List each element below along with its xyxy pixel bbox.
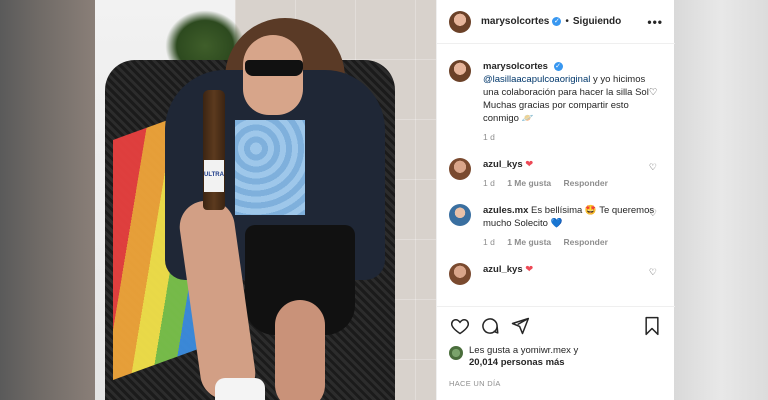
list-item: azules.mx Es bellísima 🤩 Te queremos muc… [449, 204, 663, 249]
photo-top [235, 120, 305, 215]
post-panel: marysolcortes ✓ • Siguiendo ••• marysolc… [436, 0, 675, 400]
photo-bottle-label: ULTRA [204, 160, 224, 192]
caption-mention[interactable]: @lasillaacapulcoaoriginal [483, 74, 590, 85]
comment-username[interactable]: azul_kys [483, 264, 523, 275]
blurred-background-right [674, 0, 768, 400]
heart-icon[interactable]: ♡ [649, 208, 657, 219]
verified-icon: ✓ [553, 61, 563, 71]
comment-meta: 1 d 1 Me gusta Responder [483, 236, 663, 249]
comments-list[interactable]: marysolcortes ✓ @lasillaacapulcoaorigina… [437, 44, 675, 306]
photo-sneaker [215, 378, 265, 400]
avatar[interactable] [449, 263, 471, 285]
avatar [449, 346, 463, 360]
header-username[interactable]: marysolcortes [481, 16, 549, 27]
photo-leg [275, 300, 325, 400]
following-button[interactable]: Siguiendo [573, 16, 621, 27]
verified-icon: ✓ [552, 17, 562, 26]
bookmark-icon[interactable] [641, 315, 663, 337]
heart-icon[interactable]: ♡ [649, 162, 657, 173]
comment-time[interactable]: 1 d [483, 178, 495, 188]
comment-icon[interactable] [479, 315, 501, 337]
header-separator: • [565, 16, 569, 27]
likes-line-1: Les gusta a yomiwr.mex y [469, 345, 579, 356]
comment-meta: 1 d 1 Me gusta Responder [483, 177, 663, 190]
comment-likes[interactable]: 1 Me gusta [507, 237, 551, 247]
caption-text-2: Muchas gracias por compartir esto conmig… [483, 100, 629, 124]
caption: marysolcortes ✓ @lasillaacapulcoaorigina… [449, 60, 663, 144]
caption-meta: 1 d [483, 131, 663, 144]
comment-time[interactable]: 1 d [483, 237, 495, 247]
list-item: azul_kys ❤ 1 d 1 Me gusta Responder ♡ [449, 158, 663, 190]
post-actions: Les gusta a yomiwr.mex y 20,014 personas… [437, 306, 675, 396]
action-icons [449, 315, 663, 337]
avatar[interactable] [449, 10, 471, 33]
caption-time[interactable]: 1 d [483, 132, 495, 142]
comment-likes[interactable]: 1 Me gusta [507, 178, 551, 188]
post-header: marysolcortes ✓ • Siguiendo ••• [437, 0, 675, 44]
comment-username[interactable]: azul_kys [483, 159, 523, 170]
avatar[interactable] [449, 158, 471, 180]
likes-count[interactable]: 20,014 personas más [469, 357, 565, 368]
comment-username[interactable]: azules.mx [483, 205, 528, 216]
share-icon[interactable] [509, 315, 531, 337]
heart-icon[interactable] [449, 315, 471, 337]
heart-icon[interactable]: ♡ [649, 267, 657, 278]
blurred-background-left [0, 0, 95, 400]
post-timestamp[interactable]: HACE UN DÍA [449, 379, 663, 388]
avatar[interactable] [449, 204, 471, 226]
photo-bottle [203, 90, 225, 210]
post-photo[interactable]: ULTRA [95, 0, 436, 400]
likes-summary[interactable]: Les gusta a yomiwr.mex y 20,014 personas… [449, 345, 663, 369]
avatar[interactable] [449, 60, 471, 82]
list-item: azul_kys ❤ ♡ [449, 263, 663, 285]
caption-username[interactable]: marysolcortes [483, 61, 548, 72]
comment-text: ❤ [522, 264, 534, 275]
comment-text: ❤ [522, 159, 534, 170]
photo-sunglasses [245, 60, 303, 76]
reply-button[interactable]: Responder [564, 178, 608, 188]
more-icon[interactable]: ••• [647, 15, 663, 29]
reply-button[interactable]: Responder [564, 237, 608, 247]
